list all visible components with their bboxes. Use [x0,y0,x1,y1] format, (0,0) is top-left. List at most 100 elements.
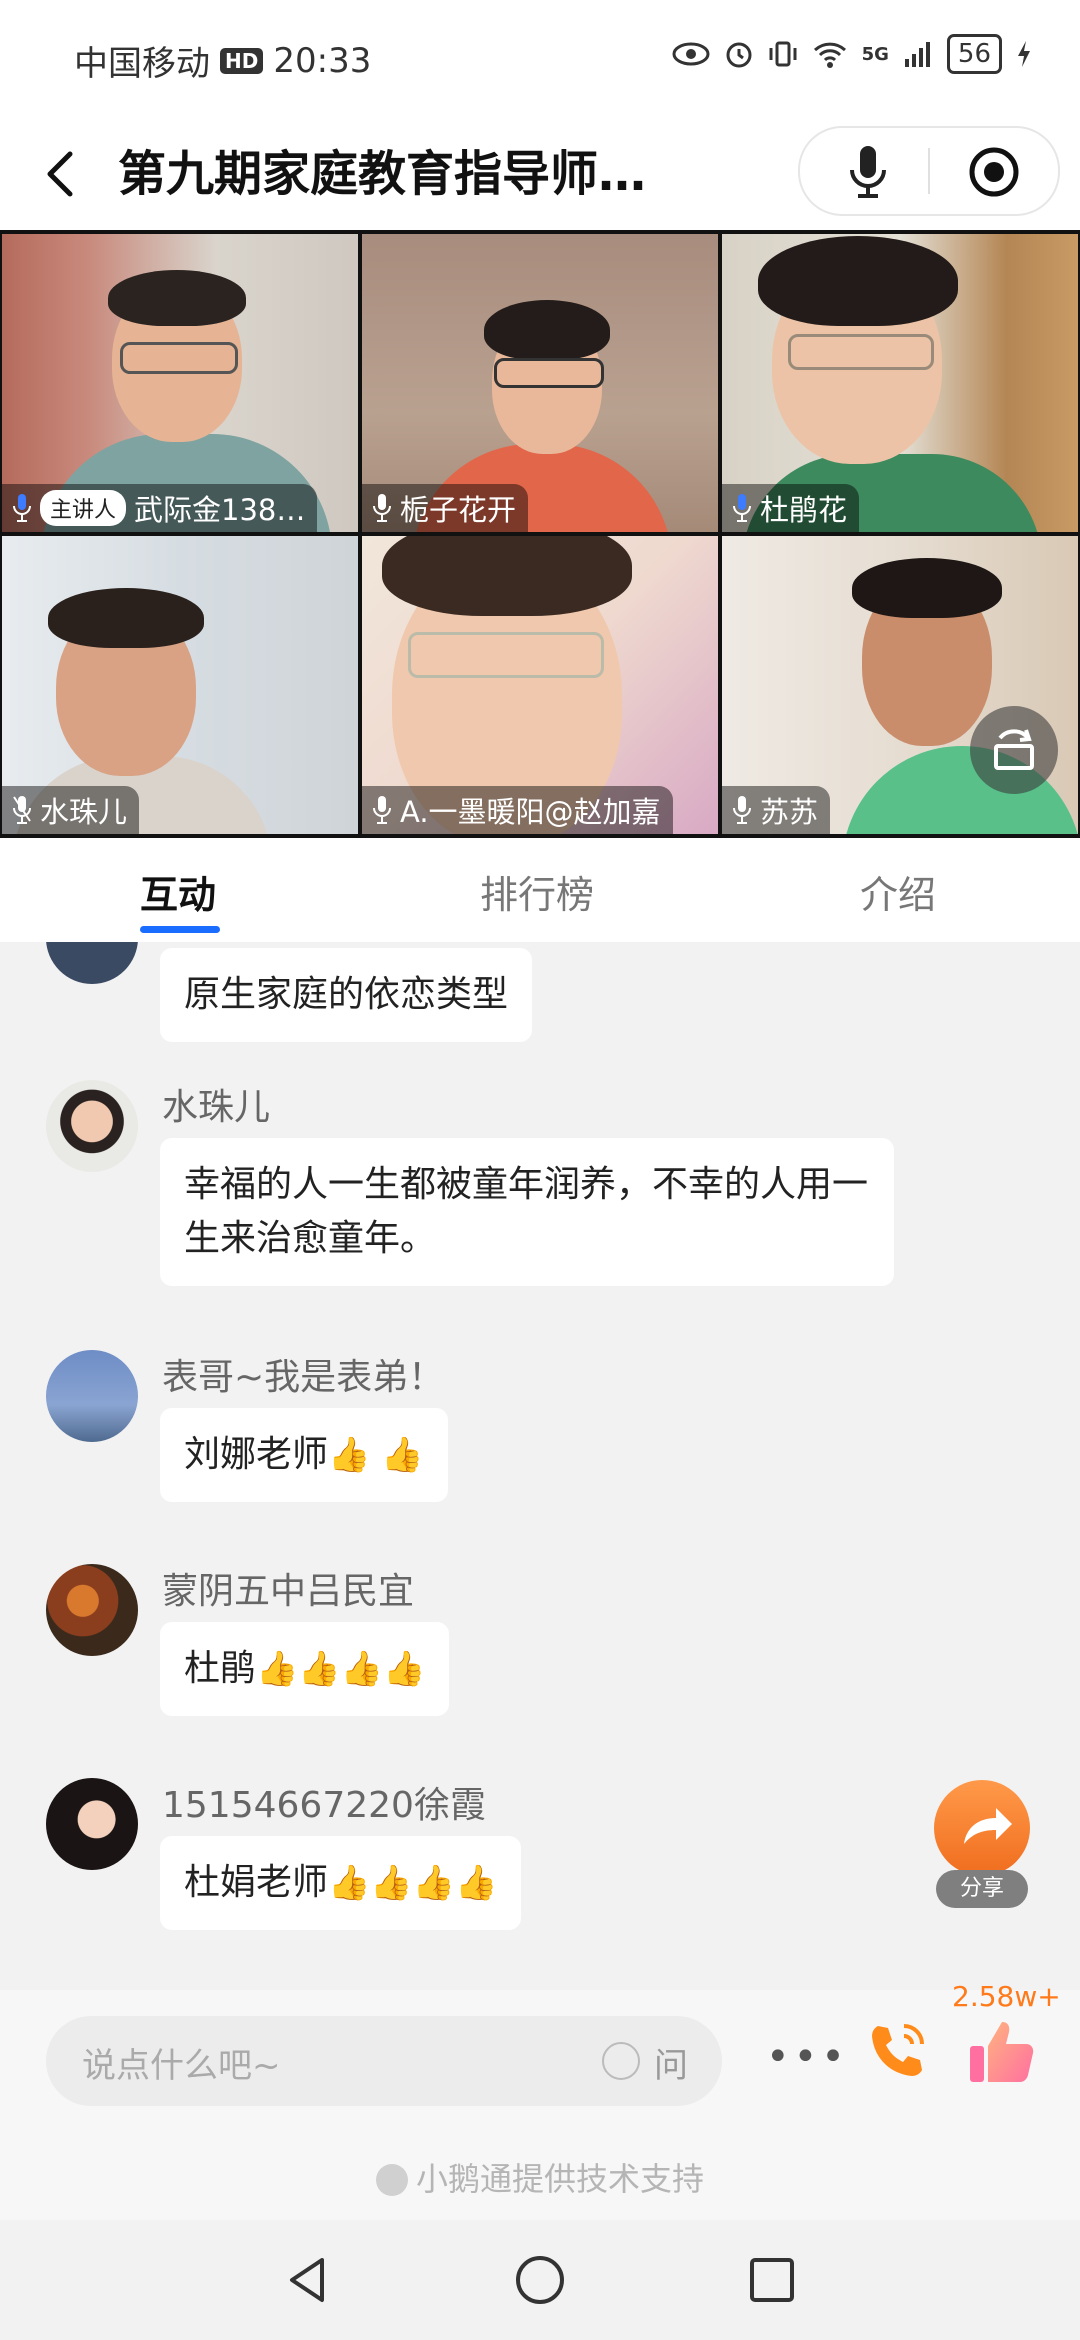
avatar[interactable] [46,1564,138,1656]
thumbs-up-emoji: 👍👍👍👍 [256,1649,426,1689]
video-tile[interactable]: 栀子花开 [362,234,718,532]
vibrate-icon [769,41,797,67]
glasses [408,632,604,678]
mini-program-capsule [798,126,1060,216]
carrier-label: 中国移动 [74,44,210,84]
person-hair [108,270,246,326]
phone-call-icon[interactable] [864,2018,930,2084]
message-username: 15154667220徐霞 [162,1785,486,1826]
ask-question-label[interactable]: 问 [654,2038,688,2087]
nav-back-icon[interactable] [278,2250,338,2310]
participant-name: 水珠儿 [40,795,128,829]
like-count: 2.58w+ [952,1980,1061,2013]
person-hair [758,236,958,326]
person-hair [852,558,1002,618]
wifi-icon [813,42,846,68]
video-tile[interactable]: 杜鹃花 [722,234,1078,532]
microphone-icon[interactable] [848,144,888,200]
status-bar: 中国移动 HD 20:33 5G 56 [0,0,1080,118]
person-hair [382,536,632,616]
battery-level: 56 [946,34,1002,74]
xiaoetong-logo-icon [375,2164,408,2196]
message-text: 原生家庭的依恋类型 [184,974,509,1015]
message-username: 水珠儿 [162,1087,271,1128]
mic-muted-icon [13,796,31,824]
video-grid: 主讲人 武际金138… 栀子花开 杜鹃花 水珠儿 A.一墨暖阳@赵加嘉 苏苏 [0,230,1080,838]
ask-question-radio[interactable] [602,2042,640,2080]
avatar[interactable] [46,1080,138,1172]
message-username: 表哥~我是表弟！ [162,1357,445,1398]
mic-icon [733,796,751,824]
nav-recents-icon[interactable] [742,2250,802,2310]
message-text: 杜鹃 [184,1648,257,1689]
participant-name: 武际金138… [134,493,306,527]
tech-support-credit: 小鹅通提供技术支持 [0,2154,1080,2200]
eye-icon [672,42,710,66]
participant-name: A.一墨暖阳@赵加嘉 [400,795,661,829]
more-options-button[interactable]: ••• [766,2034,849,2080]
comment-input[interactable]: 说点什么吧~ 问 [46,2016,722,2106]
video-tile[interactable]: A.一墨暖阳@赵加嘉 [362,536,718,834]
tab-interaction[interactable]: 互动 [140,864,216,919]
avatar[interactable] [46,942,138,984]
rotate-screen-button[interactable] [970,706,1058,794]
message-bubble: 原生家庭的依恋类型 [160,948,533,1042]
person-hair [484,300,610,360]
share-arrow-icon [964,1808,1012,1844]
rotate-icon [994,729,1034,770]
charging-icon [1018,41,1030,67]
support-text: 小鹅通提供技术支持 [415,2160,704,2198]
thumbs-up-icon[interactable] [966,2016,1038,2088]
tab-introduction[interactable]: 介绍 [860,864,936,919]
signal-icon [904,42,930,67]
participant-nametag: A.一墨暖阳@赵加嘉 [362,786,673,834]
status-left: 中国移动 HD 20:33 [74,36,371,85]
mic-icon [733,494,751,522]
record-icon[interactable] [968,146,1020,198]
mic-icon [373,494,391,522]
share-label[interactable]: 分享 [936,1870,1028,1908]
tab-bar: 互动 排行榜 介绍 [0,838,1080,942]
message-username: 蒙阴五中吕民宜 [162,1571,415,1612]
participant-nametag: 水珠儿 [2,786,140,834]
nav-home-icon[interactable] [510,2250,570,2310]
capsule-divider [928,148,930,194]
host-badge: 主讲人 [40,490,127,526]
chat-list[interactable]: 原生家庭的依恋类型 水珠儿 幸福的人一生都被童年润养，不幸的人用一生来治愈童年。… [0,942,1080,1990]
message-bubble: 幸福的人一生都被童年润养，不幸的人用一生来治愈童年。 [160,1138,894,1286]
active-tab-indicator [140,926,220,933]
message-text: 杜娟老师 [184,1862,329,1903]
status-right: 5G 56 [672,34,1032,74]
comment-placeholder: 说点什么吧~ [82,2046,281,2086]
glasses [494,358,604,388]
mic-icon [13,494,31,522]
participant-name: 杜鹃花 [760,493,848,527]
video-tile[interactable]: 水珠儿 [2,536,358,834]
thumbs-up-emoji: 👍👍👍👍 [328,1863,498,1903]
participant-name: 栀子花开 [400,493,517,527]
participant-nametag: 栀子花开 [362,484,529,532]
message-bubble: 刘娜老师👍 👍 [160,1408,448,1502]
hd-badge: HD [220,47,264,74]
system-navigation-bar [0,2220,1080,2340]
video-tile[interactable]: 苏苏 [722,536,1078,834]
participant-nametag: 苏苏 [722,786,831,834]
participant-nametag: 主讲人 武际金138… [2,484,318,532]
video-tile[interactable]: 主讲人 武际金138… [2,234,358,532]
page-title: 第九期家庭教育指导师… [118,146,647,202]
back-arrow-icon[interactable] [38,142,86,206]
message-bubble: 杜娟老师👍👍👍👍 [160,1836,522,1930]
alarm-icon [726,42,752,68]
avatar[interactable] [46,1778,138,1870]
tab-leaderboard[interactable]: 排行榜 [480,864,594,919]
bottom-bar: 说点什么吧~ 问 ••• 2.58w+ 小鹅通提供技术支持 [0,1980,1080,2220]
share-button[interactable] [934,1780,1030,1876]
header: 第九期家庭教育指导师… [0,118,1080,230]
network-type: 5G [861,43,889,65]
person-hair [48,588,204,648]
avatar[interactable] [46,1350,138,1442]
thumbs-up-emoji: 👍 👍 [328,1435,424,1475]
message-text: 幸福的人一生都被童年润养，不幸的人用一生来治愈童年。 [184,1164,869,1259]
glasses [788,334,934,370]
mic-icon [373,796,391,824]
